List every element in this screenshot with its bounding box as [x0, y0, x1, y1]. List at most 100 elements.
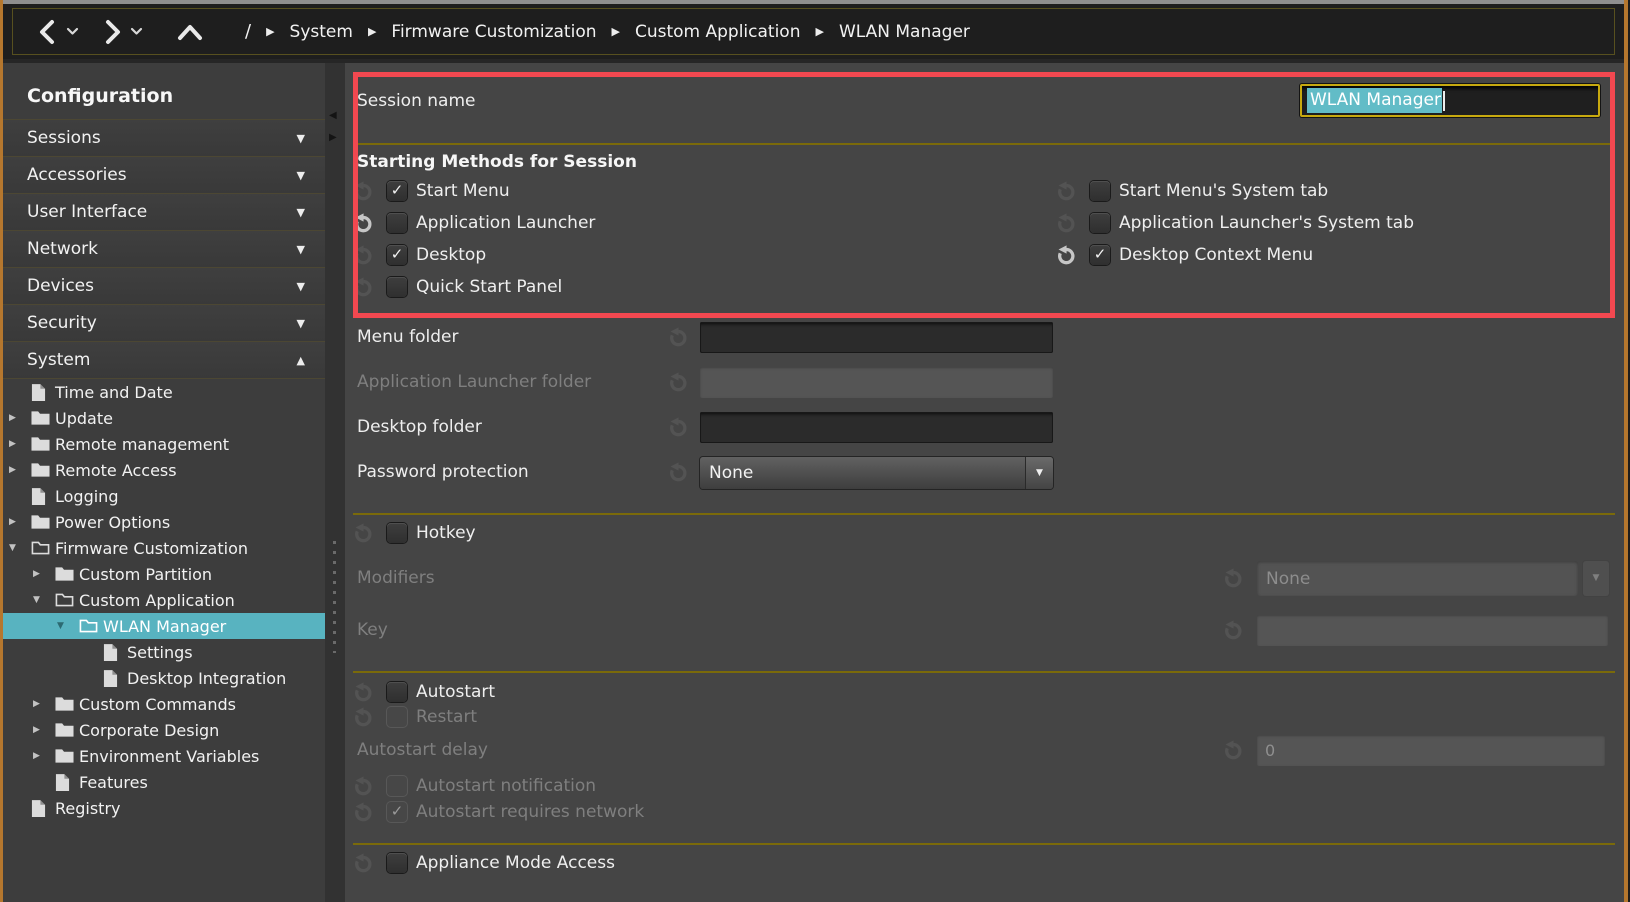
breadcrumb-root[interactable]: / [245, 21, 251, 42]
reset-to-default-icon [352, 801, 374, 823]
autostart-requires-network-checkbox: ✓ [387, 802, 407, 822]
back-button[interactable] [37, 19, 59, 45]
splitter-grip[interactable] [333, 541, 336, 653]
start-menu-checkbox[interactable]: ✓ [387, 181, 407, 201]
sidebar-section-accessories[interactable]: Accessories ▼ [3, 156, 325, 193]
reset-to-default-icon[interactable] [667, 416, 689, 438]
sidebar-section-network[interactable]: Network ▼ [3, 230, 325, 267]
application-launcher-folder-label: Application Launcher folder [357, 372, 591, 392]
tree-expander-icon[interactable]: ▼ [9, 543, 31, 553]
tree-expander-icon[interactable]: ▶ [9, 413, 31, 423]
reset-to-default-icon[interactable] [352, 276, 374, 298]
breadcrumb-item-custom-application[interactable]: Custom Application [635, 22, 801, 42]
application-launcher-checkbox[interactable]: ✓ [387, 213, 407, 233]
password-protection-value: None [700, 457, 1025, 489]
start-menu-s-system-tab-checkbox[interactable]: ✓ [1090, 181, 1110, 201]
sidebar-section-system[interactable]: System ▲ [3, 341, 325, 379]
sidebar-splitter[interactable]: ◀ ▶ [325, 63, 345, 902]
autostart-checkbox[interactable]: ✓ [387, 682, 407, 702]
reset-to-default-icon[interactable] [667, 326, 689, 348]
tree-item-environment-variables[interactable]: ▶ Environment Variables [3, 743, 325, 769]
navigation-toolbar: / ▶ System ▶ Firmware Customization ▶ Cu… [3, 4, 1624, 59]
quick-start-panel-checkbox[interactable]: ✓ [387, 277, 407, 297]
tree-item-logging[interactable]: Logging [3, 483, 325, 509]
autostart-delay-label: Autostart delay [357, 740, 488, 760]
forward-button[interactable] [101, 19, 123, 45]
session-name-input[interactable]: WLAN Manager [1300, 84, 1600, 117]
tree-item-registry[interactable]: Registry [3, 795, 325, 821]
reset-to-default-icon[interactable] [1222, 739, 1244, 761]
sidebar-section-user-interface[interactable]: User Interface ▼ [3, 193, 325, 230]
reset-to-default-icon[interactable] [352, 244, 374, 266]
reset-to-default-icon[interactable] [1222, 619, 1244, 641]
tree-item-update[interactable]: ▶ Update [3, 405, 325, 431]
sidebar-section-security[interactable]: Security ▼ [3, 304, 325, 341]
tree-item-features[interactable]: Features [3, 769, 325, 795]
reset-to-default-icon[interactable] [352, 522, 374, 544]
tree-expander-icon[interactable]: ▶ [33, 569, 55, 579]
reset-to-default-icon[interactable] [1055, 212, 1077, 234]
tree-item-custom-application[interactable]: ▼ Custom Application [3, 587, 325, 613]
reset-to-default-icon[interactable] [667, 461, 689, 483]
tree-item-power-options[interactable]: ▶ Power Options [3, 509, 325, 535]
starting-method-quick-start-panel: ✓ Quick Start Panel [352, 271, 595, 303]
tree-item-time-and-date[interactable]: Time and Date [3, 379, 325, 405]
forward-history-dropdown-icon[interactable] [130, 27, 143, 36]
sidebar-section-sessions[interactable]: Sessions ▼ [3, 119, 325, 156]
tree-expander-icon[interactable]: ▼ [57, 621, 79, 631]
modifiers-dropdown: None [1257, 561, 1578, 596]
reset-to-default-icon[interactable] [352, 212, 374, 234]
up-button[interactable] [177, 23, 203, 41]
sidebar-section-label: Accessories [3, 165, 127, 185]
hotkey-checkbox[interactable]: ✓ [387, 523, 407, 543]
tree-item-label: Features [79, 773, 148, 792]
reset-to-default-icon[interactable] [352, 681, 374, 703]
tree-item-firmware-customization[interactable]: ▼ Firmware Customization [3, 535, 325, 561]
autostart-requires-network-label: Autostart requires network [416, 802, 644, 822]
folder-closed-icon [55, 696, 79, 712]
tree-item-custom-commands[interactable]: ▶ Custom Commands [3, 691, 325, 717]
tree-expander-icon[interactable]: ▶ [9, 517, 31, 527]
collapse-sidebar-icon[interactable]: ◀ [329, 111, 337, 121]
tree-item-corporate-design[interactable]: ▶ Corporate Design [3, 717, 325, 743]
tree-item-settings[interactable]: Settings [3, 639, 325, 665]
section-separator [353, 671, 1615, 673]
autostart-notification-label: Autostart notification [416, 776, 596, 796]
tree-expander-icon[interactable]: ▶ [9, 465, 31, 475]
tree-item-desktop-integration[interactable]: Desktop Integration [3, 665, 325, 691]
reset-to-default-icon[interactable] [1222, 567, 1244, 589]
appliance-mode-access-checkbox[interactable]: ✓ [387, 853, 407, 873]
reset-to-default-icon[interactable] [1055, 244, 1077, 266]
tree-expander-icon[interactable]: ▶ [9, 439, 31, 449]
sidebar-sections: Sessions ▼ Accessories ▼ User Interface … [3, 119, 325, 379]
desktop-folder-label: Desktop folder [357, 417, 482, 437]
tree-item-remote-management[interactable]: ▶ Remote management [3, 431, 325, 457]
reset-to-default-icon[interactable] [1055, 180, 1077, 202]
breadcrumb-item-wlan-manager[interactable]: WLAN Manager [839, 22, 970, 42]
tree-expander-icon[interactable]: ▶ [33, 699, 55, 709]
window-left-border [0, 0, 3, 902]
desktop-context-menu-checkbox[interactable]: ✓ [1090, 245, 1110, 265]
dropdown-button[interactable]: ▼ [1025, 457, 1053, 489]
application-launcher-s-system-tab-checkbox[interactable]: ✓ [1090, 213, 1110, 233]
sidebar-section-devices[interactable]: Devices ▼ [3, 267, 325, 304]
reset-to-default-icon[interactable] [352, 852, 374, 874]
tree-expander-icon[interactable]: ▼ [33, 595, 55, 605]
breadcrumb-item-firmware-customization[interactable]: Firmware Customization [391, 22, 596, 42]
tree-expander-icon[interactable]: ▶ [33, 751, 55, 761]
tree-item-label: Remote management [55, 435, 229, 454]
menu-folder-input[interactable] [700, 322, 1053, 353]
desktop-checkbox[interactable]: ✓ [387, 245, 407, 265]
tree-item-wlan-manager[interactable]: ▼ WLAN Manager [3, 613, 325, 639]
reset-to-default-icon[interactable] [667, 371, 689, 393]
reset-to-default-icon[interactable] [352, 180, 374, 202]
back-history-dropdown-icon[interactable] [66, 27, 79, 36]
desktop-folder-input[interactable] [700, 412, 1053, 443]
tree-expander-icon[interactable]: ▶ [33, 725, 55, 735]
breadcrumb-item-system[interactable]: System [290, 22, 353, 42]
tree-item-remote-access[interactable]: ▶ Remote Access [3, 457, 325, 483]
expand-sidebar-icon[interactable]: ▶ [329, 133, 337, 143]
password-protection-dropdown[interactable]: None ▼ [700, 457, 1053, 489]
tree-item-custom-partition[interactable]: ▶ Custom Partition [3, 561, 325, 587]
chevron-down-icon: ▼ [297, 280, 305, 293]
